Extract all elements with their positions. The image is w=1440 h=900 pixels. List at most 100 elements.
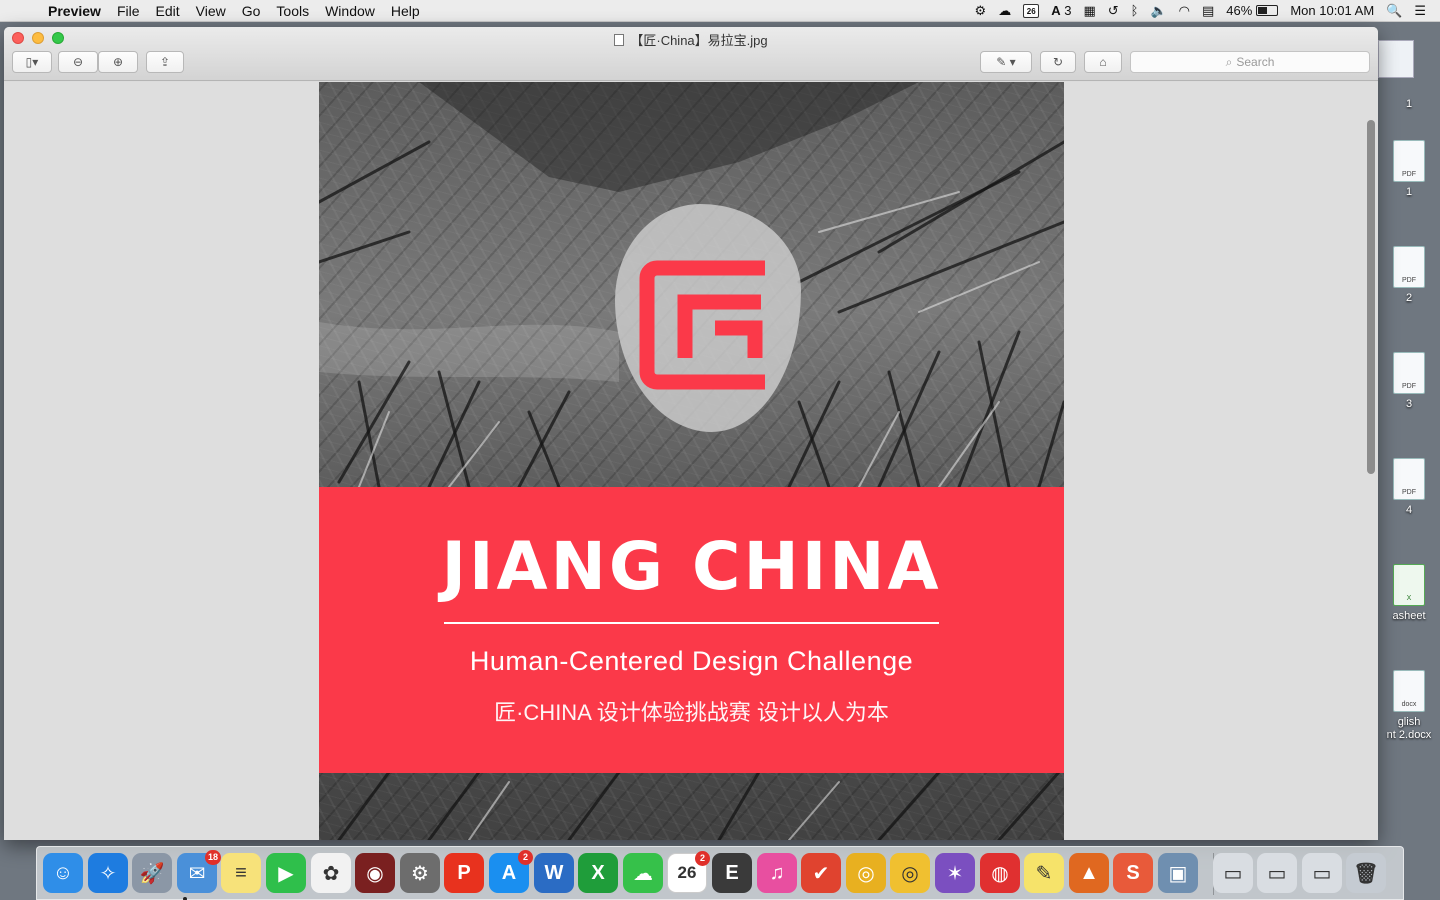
dock-notes-icon[interactable]: ≡ — [221, 853, 261, 893]
dock-word-icon[interactable]: W — [534, 853, 574, 893]
desktop-files: 1 PDF 1 PDF 2 PDF 3 PDF 4 X asheet docx … — [1378, 22, 1440, 842]
rotate-button[interactable]: ↻ — [1040, 51, 1076, 73]
menu-app-preview[interactable]: Preview — [40, 0, 109, 22]
calendar-status-icon[interactable]: 26 — [1023, 3, 1040, 18]
wifi-icon[interactable]: ◠ — [1179, 3, 1190, 19]
volume-icon[interactable]: 🔈 — [1150, 3, 1166, 19]
desktop-file-pdf-1[interactable]: PDF 1 — [1382, 140, 1436, 199]
dock-stack-screenshots-3-icon[interactable]: ▭ — [1302, 853, 1342, 893]
markup-pen-button[interactable]: ✎ ▾ — [980, 51, 1032, 73]
title-banner: JIANG CHINA Human-Centered Design Challe… — [319, 487, 1064, 773]
mail-glyph: ✉ — [188, 862, 206, 885]
dock-safari-icon[interactable]: ✧ — [88, 853, 128, 893]
dock-finder-icon[interactable]: ☺ — [43, 853, 83, 893]
menu-help[interactable]: Help — [383, 0, 428, 22]
dock-app-store-icon[interactable]: A2 — [489, 850, 533, 893]
dock: ☺ ✧ 🚀 ✉ 18 ≡ ▶ ✿ ◉ ⚙ P A 2 W X ☁ 26 2 E ♫ ✔ ◎ ◎ ✶ ◍ ✎ ▲ S ▣ ▭ ▭ ▭ 🗑 — [36, 846, 1404, 900]
vertical-scrollbar[interactable] — [1367, 120, 1375, 474]
dock-calendar-icon[interactable]: 26 2 — [667, 851, 710, 893]
menu-bar: Preview File Edit View Go Tools Window H… — [0, 0, 1440, 22]
sidebar-toggle-button[interactable]: ▯▾ — [12, 51, 52, 73]
menu-go[interactable]: Go — [234, 0, 269, 22]
wechat-glyph: ☁ — [633, 862, 653, 885]
stickies-glyph: ✎ — [1035, 862, 1053, 885]
finder-glyph: ☺ — [52, 861, 74, 884]
dock-excel-icon[interactable]: X — [578, 853, 618, 893]
pdf-file-icon: PDF — [1393, 352, 1425, 394]
desktop-file-caption: 4 — [1405, 504, 1413, 516]
menu-edit[interactable]: Edit — [148, 0, 188, 22]
dock-mail-icon[interactable]: ✉ 18 — [177, 850, 221, 893]
dock-stickies-icon[interactable]: ✎ — [1024, 853, 1064, 893]
dock-stack-screenshots-2-icon[interactable]: ▭ — [1257, 853, 1297, 893]
photo-booth-glyph: ◉ — [366, 862, 384, 885]
search-field[interactable]: ⌕ Search — [1130, 51, 1370, 73]
dock-stack-screenshots-1-icon[interactable]: ▭ — [1213, 853, 1253, 893]
desktop-file-spreadsheet[interactable]: X asheet — [1382, 564, 1436, 623]
dock-chrome-icon[interactable]: ◎ — [846, 853, 886, 893]
title-divider — [444, 622, 939, 624]
zoom-out-button[interactable]: ⊖ — [58, 51, 98, 73]
menu-view[interactable]: View — [188, 0, 234, 22]
dock-preview-icon[interactable]: ▣ — [1158, 853, 1198, 893]
menu-window[interactable]: Window — [317, 0, 383, 22]
dock-polaris-icon[interactable]: P — [444, 853, 484, 893]
excel-glyph: X — [591, 861, 605, 884]
menu-file[interactable]: File — [109, 0, 148, 22]
launchpad-glyph: 🚀 — [139, 862, 165, 885]
preview-glyph: ▣ — [1168, 862, 1188, 885]
itunes-glyph: ♫ — [769, 861, 785, 884]
chrome-canary-glyph: ◎ — [901, 862, 919, 885]
facetime-glyph: ▶ — [278, 862, 294, 885]
notes-glyph: ≡ — [235, 861, 247, 884]
safari-glyph: ✧ — [99, 862, 117, 885]
calendar-glyph: 26 — [677, 863, 697, 882]
adobe-count: 3 — [1064, 3, 1072, 18]
desktop-file-caption: 3 — [1405, 398, 1413, 410]
menu-tools[interactable]: Tools — [268, 0, 317, 22]
bluetooth-icon[interactable]: ᛒ — [1131, 3, 1139, 18]
battery-status[interactable]: 46% — [1226, 3, 1279, 18]
document-view[interactable]: JIANG CHINA Human-Centered Design Challe… — [4, 82, 1378, 840]
dock-slides-icon[interactable]: S — [1113, 853, 1153, 893]
zoom-in-button[interactable]: ⊕ — [98, 51, 138, 73]
dock-netease-music-icon[interactable]: ◍ — [980, 853, 1020, 893]
pdf-file-icon: PDF — [1393, 246, 1425, 288]
cloud-sync-icon[interactable]: ☁ — [998, 3, 1011, 19]
notification-center-icon[interactable]: ☰ — [1414, 3, 1426, 19]
dock-photo-booth-icon[interactable]: ◉ — [355, 853, 395, 893]
dock-evernote-icon[interactable]: E — [712, 853, 752, 893]
dock-matlab-icon[interactable]: ▲ — [1069, 853, 1109, 893]
dock-wechat-icon[interactable]: ☁ — [623, 853, 663, 893]
dock-todoist-icon[interactable]: ✔ — [801, 853, 841, 893]
desktop-file-pdf-2[interactable]: PDF 2 — [1382, 246, 1436, 305]
poster-subtitle: Human-Centered Design Challenge — [469, 646, 914, 676]
dock-chrome-canary-icon[interactable]: ◎ — [890, 853, 930, 893]
rotate-icon: ↻ — [1052, 55, 1064, 69]
dock-launchpad-icon[interactable]: 🚀 — [132, 853, 172, 893]
battery-icon — [1256, 5, 1279, 16]
dock-photos-icon[interactable]: ✿ — [311, 853, 351, 893]
time-machine-settings-icon[interactable]: ⚙ — [975, 3, 987, 19]
desktop-file-pdf-4[interactable]: PDF 4 — [1382, 458, 1436, 517]
sidebar-icon: ▯▾ — [25, 55, 39, 69]
adobe-status[interactable]: A 3 — [1051, 3, 1071, 18]
dock-system-preferences-icon[interactable]: ⚙ — [400, 853, 440, 893]
keyboard-status-icon[interactable]: ▦ — [1083, 3, 1095, 19]
poster-chinese-tagline: 匠·CHINA 设计体验挑战赛 设计以人为本 — [494, 700, 889, 725]
jiang-china-logo-icon — [639, 260, 765, 390]
share-button[interactable]: ⇪ — [146, 51, 184, 73]
us-flag-input-icon[interactable]: ▤ — [1202, 3, 1214, 19]
dock-itunes-icon[interactable]: ♫ — [757, 853, 797, 893]
spotlight-search-icon[interactable]: 🔍 — [1386, 3, 1402, 19]
desktop-thumbnail[interactable] — [1378, 40, 1414, 78]
desktop-file-pdf-3[interactable]: PDF 3 — [1382, 352, 1436, 411]
markup-toolbox-button[interactable]: ⌂ — [1084, 51, 1122, 73]
dock-github-icon[interactable]: ✶ — [935, 853, 975, 893]
time-machine-icon[interactable]: ↺ — [1108, 3, 1119, 19]
desktop-file-docx[interactable]: docx glish nt 2.docx — [1382, 670, 1436, 742]
clock[interactable]: Mon 10:01 AM — [1290, 3, 1374, 18]
dock-trash-icon[interactable]: 🗑 — [1346, 853, 1386, 893]
chrome-glyph: ◎ — [857, 862, 875, 885]
dock-facetime-icon[interactable]: ▶ — [266, 853, 306, 893]
